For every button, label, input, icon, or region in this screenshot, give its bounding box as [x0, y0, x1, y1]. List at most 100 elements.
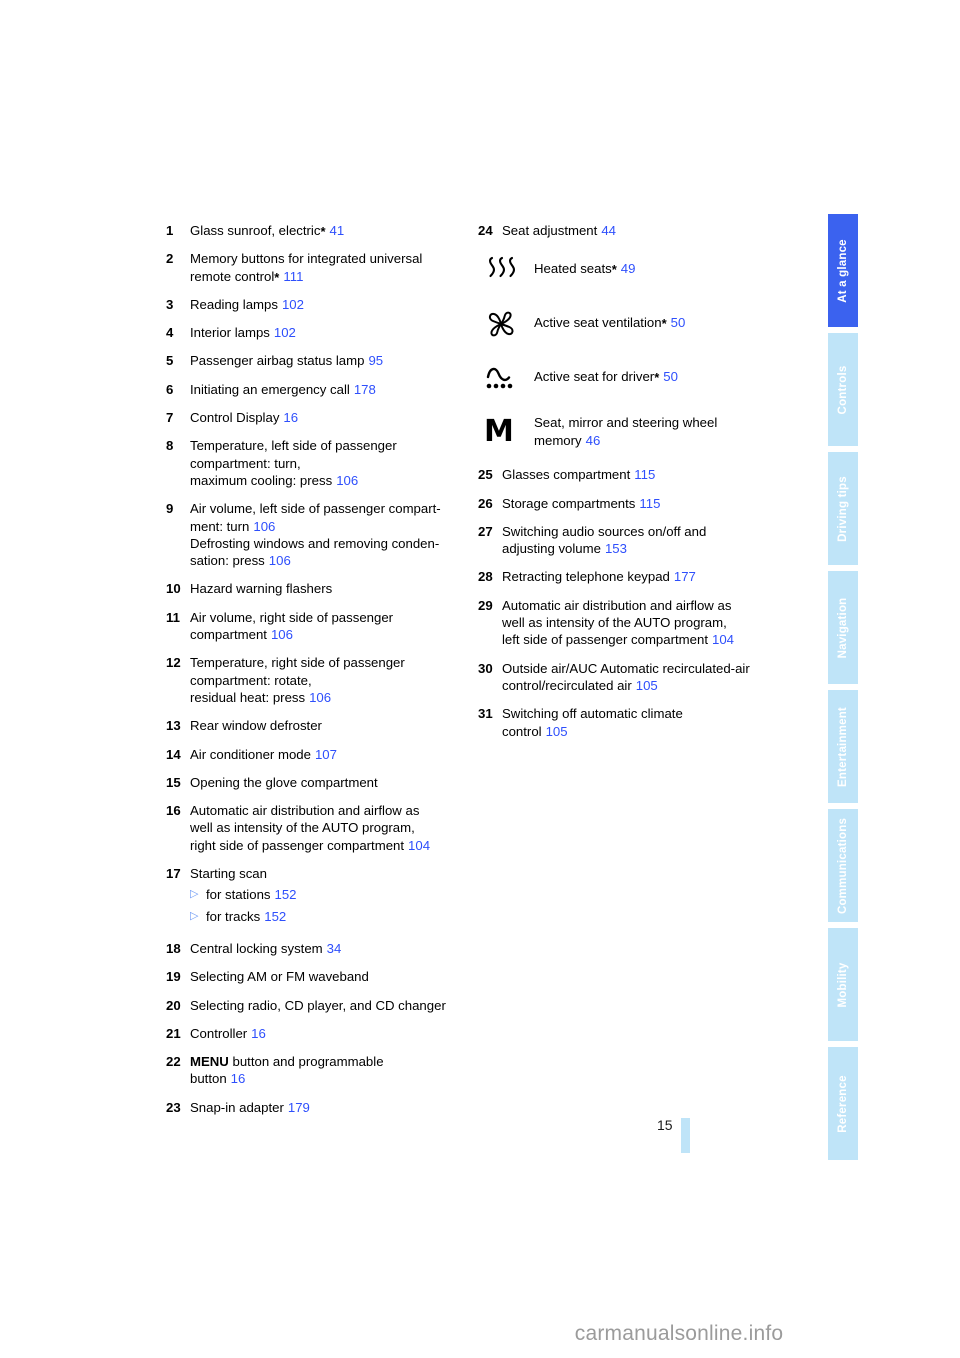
sidebar-tab-reference[interactable]: Reference — [828, 1047, 858, 1160]
item-line: well as intensity of the AUTO program, — [190, 820, 415, 836]
legend-item-body: Switching audio sources on/off and adjust… — [502, 523, 790, 558]
legend-item-body: Automatic air distribution and airflow a… — [190, 802, 466, 854]
page-reference[interactable]: 50 — [671, 315, 686, 330]
legend-item-number: 6 — [166, 381, 174, 397]
legend-item-body: Snap-in adapter 179 — [190, 1099, 466, 1116]
page-number: 15 — [657, 1117, 673, 1133]
page-reference[interactable]: 16 — [231, 1071, 246, 1086]
legend-item: 6 Initiating an emergency call 178 — [166, 381, 466, 398]
sidebar-tab-controls[interactable]: Controls — [828, 333, 858, 446]
page-reference[interactable]: 44 — [601, 223, 616, 238]
item-line: Selecting radio, CD player, and CD chang… — [190, 997, 446, 1013]
page-reference[interactable]: 105 — [546, 724, 568, 739]
legend-item-body: Selecting AM or FM waveband — [190, 968, 466, 985]
legend-item-body: Starting scan ▷ for stations 152 ▷ for tracks… — [190, 865, 466, 929]
legend-subitem: ▷ for tracks 152 — [190, 908, 466, 925]
legend-item: 2 Memory buttons for integrated universal… — [166, 250, 466, 285]
legend-item-number: 24 — [478, 223, 493, 238]
legend-item: 5 Passenger airbag status lamp 95 — [166, 352, 466, 369]
icon-legend-row: M Seat, mirror and steering wheel memory 46 — [478, 412, 790, 452]
legend-item: 30 Outside air/AUC Automatic recirculated… — [478, 660, 790, 695]
page-reference[interactable]: 16 — [283, 410, 298, 425]
legend-item-body: Memory buttons for integrated universal r… — [190, 250, 466, 285]
legend-item-body: Temperature, right side of passenger comp… — [190, 654, 466, 706]
item-line: well as intensity of the AUTO program, — [502, 615, 727, 631]
legend-item: 16 Automatic air distribution and airflow… — [166, 802, 466, 854]
sidebar-tab-entertainment[interactable]: Entertainment — [828, 690, 858, 803]
page-reference[interactable]: 102 — [274, 325, 296, 340]
legend-item-body: Initiating an emergency call 178 — [190, 381, 466, 398]
watermark-text: carmanualsonline.info — [574, 1322, 784, 1345]
page-reference[interactable]: 178 — [354, 382, 376, 397]
legend-item-body: Interior lamps 102 — [190, 324, 466, 341]
item-line: Active seat for driver* 50 — [534, 369, 678, 386]
page-reference[interactable]: 106 — [269, 553, 291, 568]
legend-item-body: Opening the glove compartment — [190, 774, 466, 791]
sidebar-tab-driving-tips[interactable]: Driving tips — [828, 452, 858, 565]
page-reference[interactable]: 50 — [663, 369, 678, 384]
page-reference[interactable]: 177 — [674, 569, 696, 584]
seat-ventilation-fan-icon — [478, 304, 534, 344]
legend-item-body: Seat adjustment 44 — [502, 222, 790, 239]
legend-item: 23 Snap-in adapter 179 — [166, 1099, 466, 1116]
item-line: sation: press 106 — [190, 553, 291, 569]
page-reference[interactable]: 115 — [634, 467, 655, 482]
page-reference[interactable]: 111 — [283, 269, 303, 284]
legend-item: 24 Seat adjustment 44 — [478, 222, 790, 239]
legend-item-body: Storage compartments 115 — [502, 495, 790, 512]
icon-legend-body: Active seat ventilation* 50 — [534, 304, 790, 331]
sidebar-tab-at-a-glance[interactable]: At a glance — [828, 214, 858, 327]
item-line: Outside air/AUC Automatic recirculated-a… — [502, 660, 750, 676]
sidebar-tab-label: Navigation — [837, 597, 849, 658]
page-reference[interactable]: 102 — [282, 297, 304, 312]
legend-item-body: Glass sunroof, electric* 41 — [190, 222, 466, 239]
legend-item-number: 31 — [478, 706, 493, 722]
icon-legend-body: Heated seats* 49 — [534, 250, 790, 277]
sidebar-tab-label: Driving tips — [837, 475, 849, 542]
legend-item-number: 17 — [166, 866, 181, 882]
item-line: Temperature, right side of passenger — [190, 655, 405, 671]
page-reference[interactable]: 152 — [264, 908, 286, 925]
page-reference[interactable]: 152 — [275, 886, 297, 903]
page-reference[interactable]: 104 — [408, 838, 430, 853]
legend-item-number: 10 — [166, 581, 181, 597]
page-reference[interactable]: 106 — [336, 473, 358, 488]
legend-item-number: 29 — [478, 597, 493, 613]
page-reference[interactable]: 95 — [368, 353, 383, 368]
legend-item: 19 Selecting AM or FM waveband — [166, 968, 466, 985]
legend-subitem-text: for stations — [206, 887, 271, 903]
page-reference[interactable]: 34 — [327, 941, 342, 956]
page-reference[interactable]: 41 — [330, 223, 345, 238]
legend-item-number: 11 — [166, 609, 180, 625]
page-reference[interactable]: 115 — [639, 496, 660, 511]
legend-item-number: 14 — [166, 746, 181, 762]
legend-item: 12 Temperature, right side of passenger co… — [166, 654, 466, 706]
page-reference[interactable]: 105 — [636, 678, 658, 693]
page-reference[interactable]: 46 — [586, 433, 601, 448]
legend-item: 8 Temperature, left side of passenger comp… — [166, 437, 466, 489]
legend-item: 28 Retracting telephone keypad 177 — [478, 568, 790, 585]
page-reference[interactable]: 107 — [315, 747, 337, 762]
sidebar-tab-label: Communications — [837, 817, 849, 914]
legend-item: 25 Glasses compartment 115 — [478, 466, 790, 483]
page-reference[interactable]: 106 — [309, 690, 331, 705]
legend-item-body: Selecting radio, CD player, and CD chang… — [190, 997, 466, 1014]
sidebar-tab-mobility[interactable]: Mobility — [828, 928, 858, 1041]
page-reference[interactable]: 153 — [605, 541, 627, 556]
item-line: Automatic air distribution and airflow a… — [502, 597, 732, 613]
page-reference[interactable]: 179 — [288, 1100, 310, 1115]
item-line: adjusting volume 153 — [502, 541, 627, 557]
item-line: Active seat ventilation* 50 — [534, 315, 686, 332]
legend-item: 14 Air conditioner mode 107 — [166, 746, 466, 763]
page-reference[interactable]: 106 — [271, 627, 293, 642]
item-line: MENU button and programmable — [190, 1054, 384, 1070]
page-reference[interactable]: 16 — [251, 1026, 266, 1041]
sidebar-tab-communications[interactable]: Communications — [828, 809, 858, 922]
legend-item-body: Central locking system 34 — [190, 940, 466, 957]
legend-item: 29 Automatic air distribution and airflow… — [478, 597, 790, 649]
page-reference[interactable]: 49 — [621, 261, 636, 276]
page-reference[interactable]: 104 — [712, 632, 734, 647]
sidebar-tab-navigation[interactable]: Navigation — [828, 571, 858, 684]
page-reference[interactable]: 106 — [253, 519, 275, 534]
legend-item: 10 Hazard warning flashers — [166, 580, 466, 597]
